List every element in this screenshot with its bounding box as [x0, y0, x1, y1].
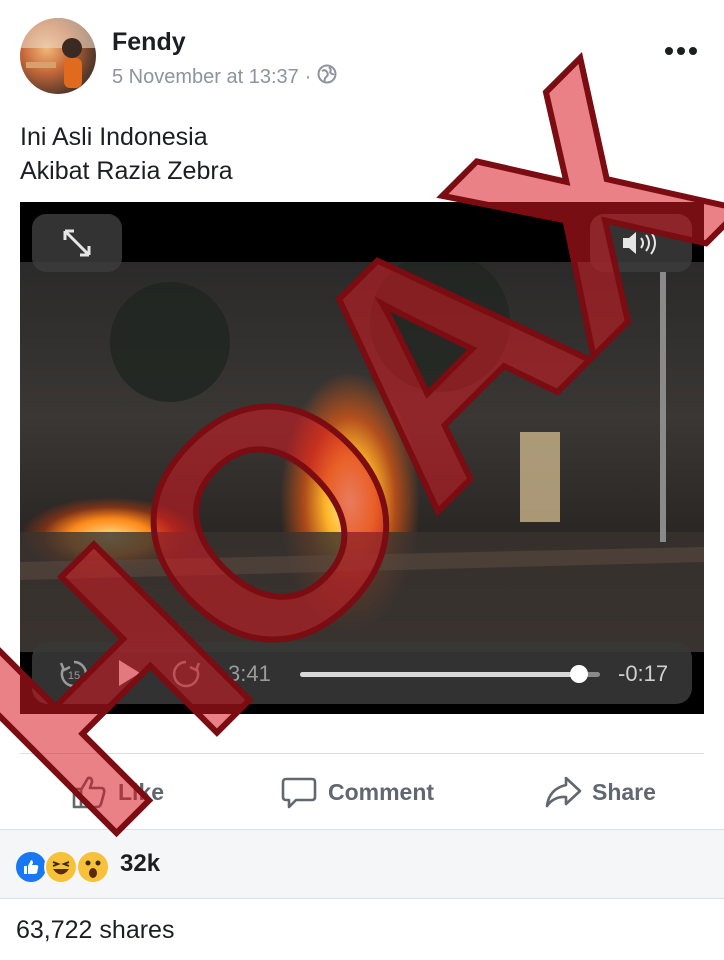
skip-back-button[interactable]: 15: [58, 658, 90, 695]
comment-label: Comment: [328, 778, 435, 805]
reaction-count: 32k: [120, 850, 161, 877]
video-controls: 15 3:41 -0:17: [32, 642, 692, 704]
author-avatar[interactable]: [20, 18, 96, 94]
reactions-bar[interactable]: 32k: [0, 829, 724, 899]
like-label: Like: [118, 778, 165, 805]
skip-back-icon: 15: [59, 660, 88, 688]
progress-track[interactable]: [300, 665, 600, 683]
play-icon: [119, 660, 140, 686]
comment-icon: [281, 777, 317, 809]
like-reaction-icon: [14, 850, 48, 884]
globe-icon: [317, 64, 337, 90]
meta-separator: ·: [304, 65, 312, 88]
volume-button[interactable]: [590, 214, 692, 272]
author-name[interactable]: Fendy: [112, 28, 186, 57]
expand-icon: [63, 229, 91, 257]
skip-back-label: 15: [68, 670, 80, 682]
progress-fill: [300, 672, 579, 677]
haha-reaction-icon: [44, 850, 78, 884]
share-count[interactable]: 63,722 shares: [16, 916, 174, 945]
remaining-time: -0:17: [618, 661, 669, 686]
skip-forward-icon: [172, 660, 201, 688]
skip-forward-button[interactable]: [170, 658, 202, 695]
post-meta: 5 November at 13:37 ·: [112, 64, 337, 90]
volume-icon: [623, 231, 656, 255]
video-frame: [20, 252, 704, 652]
comment-button[interactable]: Comment: [280, 772, 434, 812]
play-button[interactable]: [116, 658, 142, 693]
expand-button[interactable]: [32, 214, 122, 272]
post-timestamp[interactable]: 5 November at 13:37: [112, 66, 299, 89]
wow-reaction-icon: [76, 850, 110, 884]
post-text-line: Akibat Razia Zebra: [20, 157, 233, 185]
video-player[interactable]: 15 3:41 -0:17: [20, 202, 704, 714]
divider: [20, 753, 704, 754]
post-text-line: Ini Asli Indonesia: [20, 123, 208, 151]
like-icon: [72, 776, 106, 809]
like-button[interactable]: Like: [70, 772, 164, 812]
elapsed-time: 3:41: [228, 661, 271, 686]
share-button[interactable]: Share: [544, 772, 656, 812]
post-text: Ini Asli Indonesia Akibat Razia Zebra: [20, 120, 233, 188]
more-options-button[interactable]: [664, 30, 698, 60]
progress-knob[interactable]: [570, 665, 588, 683]
share-icon: [545, 776, 582, 808]
share-label: Share: [592, 778, 656, 805]
